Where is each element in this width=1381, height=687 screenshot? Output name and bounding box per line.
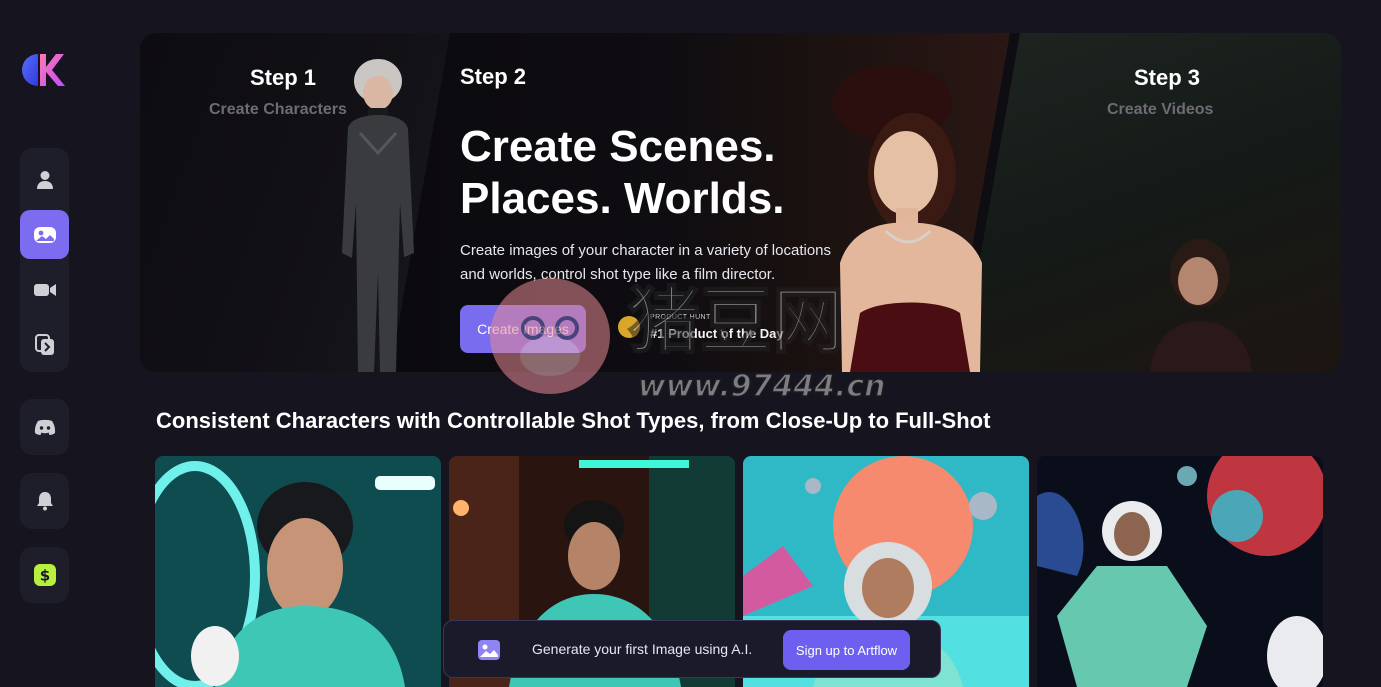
bell-icon — [36, 492, 53, 511]
description-line-2: and worlds, control shot type like a fil… — [460, 266, 776, 283]
description-line-1: Create images of your character in a var… — [460, 242, 832, 259]
dollar-icon: $ — [33, 564, 56, 586]
discord-button[interactable] — [20, 403, 69, 452]
section-title: Consistent Characters with Controllable … — [156, 408, 991, 433]
video-still-image — [1150, 239, 1252, 372]
step3-subtitle: Create Videos — [1107, 101, 1214, 118]
signup-button[interactable]: Sign up to Artflow — [783, 630, 910, 670]
artflow-logo[interactable] — [22, 52, 66, 88]
nav-assets[interactable] — [20, 320, 69, 369]
create-images-button[interactable]: Create Images — [460, 305, 586, 353]
hero-description: Create images of your character in a var… — [460, 239, 880, 287]
notifications-nav — [20, 473, 69, 529]
notifications-button[interactable] — [20, 477, 69, 526]
signup-text: Generate your first Image using A.I. — [532, 641, 753, 657]
hero-headline: Create Scenes. Places. Worlds. — [460, 121, 880, 225]
badge-label: PRODUCT HUNT — [650, 314, 711, 321]
discord-icon — [34, 419, 55, 435]
discord-nav — [20, 399, 69, 455]
headline-line-1: Create Scenes. — [460, 122, 776, 171]
pricing-nav: $ — [20, 547, 69, 603]
medal-icon — [618, 316, 640, 338]
headline-line-2: Places. Worlds. — [460, 174, 785, 223]
signup-banner: Generate your first Image using A.I. Sig… — [443, 620, 941, 678]
gallery-card-close-up[interactable] — [155, 456, 441, 687]
nav-scenes[interactable] — [20, 210, 69, 259]
badge-title: #1 Product of the Day — [650, 326, 784, 341]
step1-title: Step 1 — [250, 65, 317, 90]
nav-videos[interactable] — [20, 265, 69, 314]
nav-characters[interactable] — [20, 155, 69, 204]
step2-title: Step 2 — [460, 64, 527, 89]
watermark-url: www.97444.cn — [638, 369, 886, 404]
video-camera-icon — [33, 283, 56, 296]
gallery-card-space-full-shot[interactable] — [1037, 456, 1323, 687]
hero-banner: Step 1 Create Characters Step 2 Step 3 C… — [140, 33, 1341, 372]
step1-subtitle: Create Characters — [209, 101, 347, 118]
image-scene-icon — [33, 226, 56, 243]
product-hunt-badge[interactable]: PRODUCT HUNT #1 Product of the Day — [618, 312, 818, 346]
copy-icon — [34, 333, 54, 355]
sidebar: $ — [0, 0, 88, 687]
pricing-button[interactable]: $ — [20, 551, 69, 600]
svg-text:$: $ — [39, 567, 49, 585]
image-icon — [478, 640, 500, 660]
primary-nav — [20, 148, 69, 372]
user-icon — [36, 170, 53, 189]
step3-title: Step 3 — [1134, 65, 1201, 90]
